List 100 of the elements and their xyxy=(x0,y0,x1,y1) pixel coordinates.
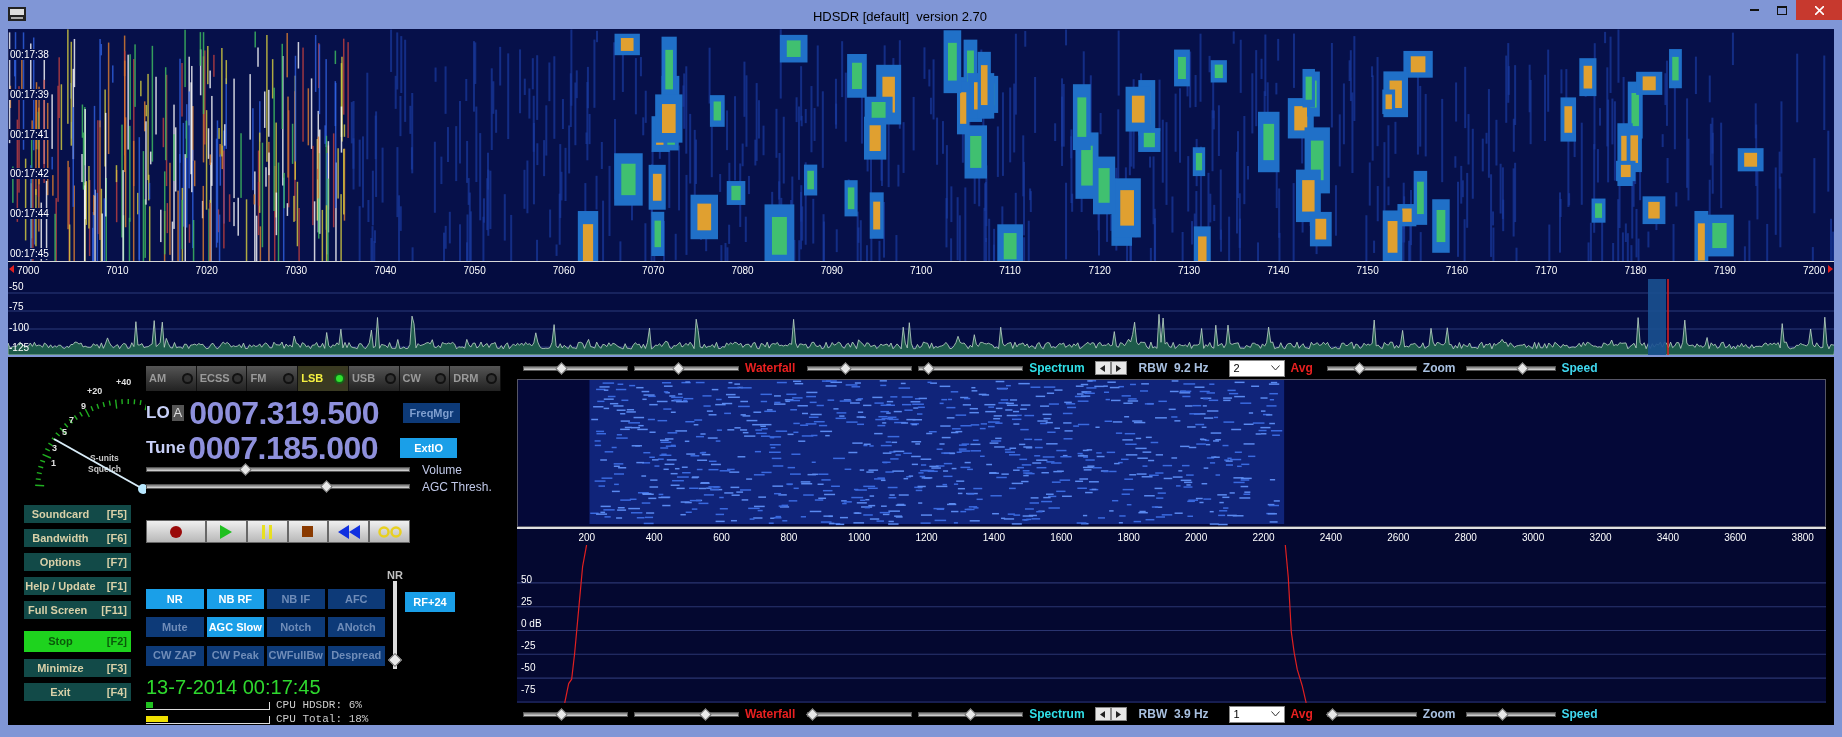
function-button[interactable]: Exit [F4] xyxy=(24,683,131,701)
left-triangle-icon xyxy=(1100,364,1106,372)
frequency-tick-label: 7090 xyxy=(820,265,843,277)
spectrum-label: Spectrum xyxy=(1029,706,1085,723)
audio-tick-label: 3800 xyxy=(1791,532,1814,544)
close-button[interactable] xyxy=(1796,0,1842,20)
speed-label: Speed xyxy=(1561,360,1598,377)
time-label: 00:17:41 xyxy=(9,128,50,140)
average-dropdown[interactable]: 1 xyxy=(1228,705,1285,723)
left-arrow-button[interactable] xyxy=(1094,361,1111,375)
function-button[interactable]: Soundcard [F5] xyxy=(24,505,131,523)
transport-button[interactable] xyxy=(246,520,288,543)
slider-thumb[interactable] xyxy=(672,361,686,375)
chevron-down-icon xyxy=(1270,365,1280,371)
function-button[interactable]: Options [F7] xyxy=(24,553,131,571)
slider-thumb[interactable] xyxy=(319,480,333,493)
transport-button[interactable] xyxy=(146,520,206,543)
frequency-tick-label: 7040 xyxy=(374,265,397,277)
rbw-label: RBW 3.9 Hz xyxy=(1138,706,1209,723)
frequency-tick-label: 7030 xyxy=(284,265,308,277)
right-triangle-icon xyxy=(1116,710,1122,718)
dsp-button[interactable]: CWFullBw xyxy=(267,645,325,666)
frequency-tick-label: 7120 xyxy=(1088,265,1111,277)
minimize-icon xyxy=(1749,9,1759,11)
slider-thumb[interactable] xyxy=(839,361,852,375)
mode-button[interactable]: LSB xyxy=(298,366,349,391)
slider-thumb[interactable] xyxy=(555,707,568,721)
dsp-button[interactable]: ANotch xyxy=(327,617,385,638)
audio-db-label: 50 xyxy=(521,574,534,586)
function-button[interactable]: Help / Update [F1] xyxy=(24,577,131,595)
function-button[interactable]: Bandwidth [F6] xyxy=(24,529,131,547)
audio-tick-label: 1400 xyxy=(982,532,1006,544)
function-button[interactable]: Full Screen [F11] xyxy=(24,601,131,619)
slider-thumb[interactable] xyxy=(1516,361,1529,375)
frequency-tick-label: 7050 xyxy=(463,265,486,277)
dsp-button[interactable]: CW Peak xyxy=(206,645,264,666)
dsp-button[interactable]: Despread xyxy=(327,645,385,666)
audio-tick-label: 600 xyxy=(713,532,730,544)
slider-thumb[interactable] xyxy=(698,707,712,721)
audio-db-label: -25 xyxy=(521,640,537,652)
rewind-icon xyxy=(337,524,360,539)
speed-label: Speed xyxy=(1561,706,1598,723)
frequency-tick-label: 7080 xyxy=(731,265,754,277)
mode-button[interactable]: ECSS xyxy=(196,366,248,391)
right-triangle-icon xyxy=(1116,364,1122,372)
lo-label: LO xyxy=(146,402,170,425)
audio-tick-label: 2800 xyxy=(1454,532,1477,544)
function-button[interactable]: Stop [F2] xyxy=(24,631,131,652)
audio-tick-label: 2000 xyxy=(1185,532,1208,544)
cpu-usage-text: CPU Total: 18% xyxy=(276,714,369,725)
right-scroll-arrow-icon[interactable] xyxy=(1828,265,1833,273)
maximize-icon xyxy=(1777,5,1787,15)
left-scroll-arrow-icon[interactable] xyxy=(9,265,14,273)
left-arrow-button[interactable] xyxy=(1094,707,1111,721)
function-button[interactable]: Minimize [F3] xyxy=(24,659,131,677)
audio-tick-label: 3600 xyxy=(1724,532,1747,544)
transport-button[interactable] xyxy=(328,520,370,543)
mode-button[interactable]: DRM xyxy=(450,366,502,391)
dsp-button[interactable]: NR xyxy=(146,589,204,609)
average-dropdown[interactable]: 2 xyxy=(1228,359,1285,377)
nr-label: NR xyxy=(387,568,403,583)
db-label: -100 xyxy=(9,321,29,333)
transport-button[interactable] xyxy=(369,520,410,543)
transport-button[interactable] xyxy=(206,520,247,543)
time-label: 00:17:45 xyxy=(9,248,50,259)
db-label: -75 xyxy=(9,301,25,313)
tune-label: Tune xyxy=(146,437,186,460)
avg-label: Avg xyxy=(1290,360,1313,377)
dsp-button[interactable]: NB IF xyxy=(267,589,325,609)
slider-thumb[interactable] xyxy=(1353,361,1367,375)
slider-thumb[interactable] xyxy=(238,463,252,476)
mode-button[interactable]: USB xyxy=(348,366,400,391)
rf-gain-button[interactable]: RF+24 xyxy=(405,592,455,613)
frequency-tick-label: 7010 xyxy=(106,265,129,277)
transport-button[interactable] xyxy=(287,520,329,543)
freq-button[interactable]: ExtIO xyxy=(400,438,458,458)
slider-thumb[interactable] xyxy=(922,361,935,375)
audio-tick-label: 3200 xyxy=(1589,532,1612,544)
slider-thumb[interactable] xyxy=(806,707,820,721)
frequency-tick-label: 7180 xyxy=(1624,265,1647,277)
dsp-button[interactable]: Notch xyxy=(267,617,325,638)
dsp-button[interactable]: CW ZAP xyxy=(146,645,204,666)
slider-thumb[interactable] xyxy=(1496,707,1509,721)
time-label: 00:17:39 xyxy=(9,88,50,100)
mode-button[interactable]: CW xyxy=(399,366,451,391)
dsp-button[interactable]: NB RF xyxy=(206,589,264,609)
freq-button[interactable]: FreqMgr xyxy=(403,403,461,423)
dsp-button[interactable]: Mute xyxy=(146,617,204,638)
slider-thumb[interactable] xyxy=(1326,707,1339,721)
audio-tick-label: 1200 xyxy=(915,532,938,544)
tune-frequency: 0007.185.000 xyxy=(188,433,379,463)
dsp-button[interactable]: AGC Slow xyxy=(206,617,264,638)
mode-button[interactable]: AM xyxy=(146,366,197,391)
slider-thumb[interactable] xyxy=(964,707,978,721)
audio-tick-label: 2200 xyxy=(1252,532,1275,544)
dsp-button[interactable]: AFC xyxy=(327,589,385,609)
audio-tick-label: 2600 xyxy=(1387,532,1410,544)
close-icon xyxy=(1814,5,1824,15)
slider-thumb[interactable] xyxy=(555,361,568,375)
audio-tick-label: 1000 xyxy=(848,532,871,544)
